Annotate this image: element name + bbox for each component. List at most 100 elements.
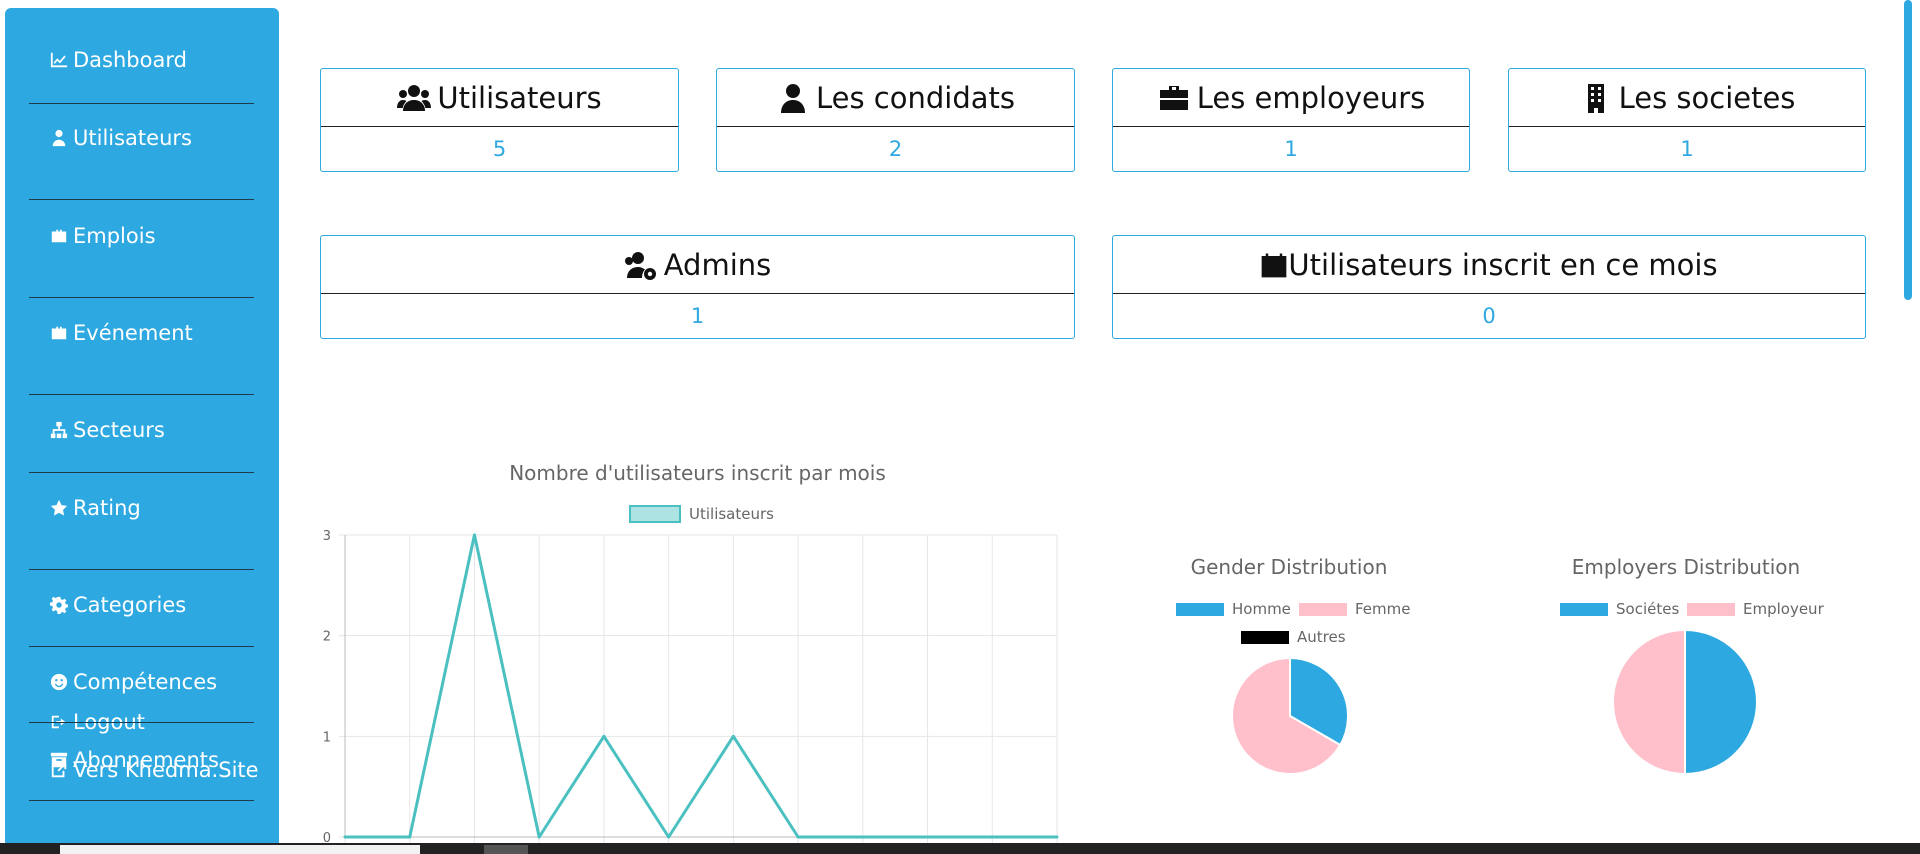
divider <box>29 297 254 298</box>
sidebar-item-label: Secteurs <box>73 418 165 442</box>
line-legend-label[interactable]: Utilisateurs <box>689 505 774 523</box>
employeur-legend-swatch[interactable] <box>1687 603 1735 616</box>
stat-card-header: Utilisateurs inscrit en ce mois <box>1113 236 1865 294</box>
taskbar-item[interactable] <box>60 845 420 854</box>
stat-card-employeurs: Les employeurs 1 <box>1112 68 1470 172</box>
femme-legend-swatch[interactable] <box>1299 603 1347 616</box>
divider <box>29 199 254 200</box>
users-cog-icon <box>624 250 664 280</box>
smile-icon <box>49 672 69 692</box>
sidebar-item-label: Evénement <box>73 321 193 345</box>
stat-card-admins: Admins 1 <box>320 235 1075 339</box>
data-point <box>926 835 930 839</box>
user-tie-icon <box>49 128 69 148</box>
sidebar-item-dashboard[interactable]: Dashboard <box>49 48 187 72</box>
y-tick-label: 0 <box>323 831 331 843</box>
divider <box>29 103 254 104</box>
sidebar-item-categories[interactable]: Categories <box>49 593 186 617</box>
user-icon <box>776 83 816 113</box>
sidebar-item-label: Emplois <box>73 224 156 248</box>
stat-card-header: Les employeurs <box>1113 69 1469 127</box>
stat-card-header: Les condidats <box>717 69 1074 127</box>
homme-legend-swatch[interactable] <box>1176 603 1224 616</box>
pie-slice <box>1684 628 1758 776</box>
stat-card-value: 1 <box>1284 137 1298 161</box>
external-link-icon <box>49 760 69 780</box>
data-point <box>667 835 671 839</box>
stat-card-value: 2 <box>888 137 903 161</box>
stat-card-header: Utilisateurs <box>321 69 678 127</box>
stat-card-utilisateurs: Utilisateurs 5 <box>320 68 679 172</box>
sidebar-item-evenement[interactable]: Evénement <box>49 321 193 345</box>
homme-legend-label[interactable]: Homme <box>1232 600 1291 618</box>
employeur-legend-label[interactable]: Employeur <box>1743 600 1824 618</box>
stat-card-label: Utilisateurs <box>437 80 602 115</box>
scrollbar[interactable] <box>1904 0 1912 300</box>
sidebar-item-label: Vers Khedma.Site <box>73 758 259 782</box>
briefcase-icon <box>49 323 69 343</box>
briefcase-icon <box>1157 83 1197 113</box>
data-point <box>861 835 865 839</box>
gender-pie-chart <box>1231 656 1349 775</box>
sidebar-item-secteurs[interactable]: Secteurs <box>49 418 165 442</box>
sitemap-icon <box>49 420 69 440</box>
data-point <box>1055 835 1059 839</box>
users-icon <box>397 83 437 113</box>
stat-card-header: Les societes <box>1509 69 1865 127</box>
data-point <box>472 533 476 537</box>
series-line <box>345 533 1057 839</box>
stat-card-label: Les condidats <box>815 80 1015 115</box>
sidebar: Dashboard Utilisateurs Emplois Evénement… <box>5 8 279 854</box>
stat-card-societes: Les societes 1 <box>1508 68 1866 172</box>
sidebar-item-vers-khedma[interactable]: Vers Khedma.Site <box>49 758 259 782</box>
stat-card-value: 1 <box>1680 137 1694 161</box>
divider <box>29 569 254 570</box>
stat-card-condidats: Les condidats 2 <box>716 68 1075 172</box>
sidebar-item-label: Rating <box>73 496 141 520</box>
data-point <box>343 835 347 839</box>
sidebar-item-emplois[interactable]: Emplois <box>49 224 156 248</box>
femme-legend-label[interactable]: Femme <box>1355 600 1411 618</box>
sidebar-item-utilisateurs[interactable]: Utilisateurs <box>49 126 192 150</box>
sidebar-item-label: Dashboard <box>73 48 187 72</box>
employers-pie-chart <box>1612 628 1758 776</box>
sidebar-item-competences[interactable]: Compétences <box>49 670 217 694</box>
star-icon <box>49 498 69 518</box>
divider <box>29 394 254 395</box>
data-point <box>602 734 606 738</box>
y-tick-label: 3 <box>323 529 331 544</box>
divider <box>29 472 254 473</box>
stat-card-label: Les societes <box>1618 80 1796 115</box>
sidebar-item-label: Categories <box>73 593 187 617</box>
line-legend-swatch[interactable] <box>629 505 681 523</box>
data-point <box>990 835 994 839</box>
taskbar-item[interactable] <box>484 845 528 854</box>
societes-legend-swatch[interactable] <box>1560 603 1608 616</box>
sidebar-item-label: Compétences <box>73 670 218 694</box>
divider <box>29 800 254 801</box>
divider <box>29 722 254 723</box>
stat-card-value: 5 <box>492 137 507 161</box>
sidebar-item-label: Utilisateurs <box>73 126 192 150</box>
line-chart-title: Nombre d'utilisateurs inscrit par mois <box>509 461 886 485</box>
chart-line-icon <box>49 50 69 70</box>
cog-icon <box>49 595 69 615</box>
stat-card-value: 1 <box>690 304 705 328</box>
stat-card-label: Les employeurs <box>1196 80 1426 115</box>
societes-legend-label[interactable]: Sociétes <box>1616 600 1679 618</box>
stat-card-header: Admins <box>321 236 1074 294</box>
data-point <box>731 734 735 738</box>
stat-card-label: Admins <box>663 247 772 282</box>
briefcase-icon <box>49 226 69 246</box>
pie-slice <box>1612 628 1686 776</box>
y-tick-label: 2 <box>323 630 331 645</box>
sidebar-item-rating[interactable]: Rating <box>49 496 141 520</box>
gender-chart-title: Gender Distribution <box>1190 555 1388 579</box>
stat-card-value: 0 <box>1482 304 1496 328</box>
autres-legend-label[interactable]: Autres <box>1297 628 1346 646</box>
calendar-icon <box>1260 250 1288 280</box>
line-chart: 3 2 1 0 <box>323 529 1059 843</box>
divider <box>29 646 254 647</box>
data-point <box>408 835 412 839</box>
autres-legend-swatch[interactable] <box>1241 631 1289 644</box>
